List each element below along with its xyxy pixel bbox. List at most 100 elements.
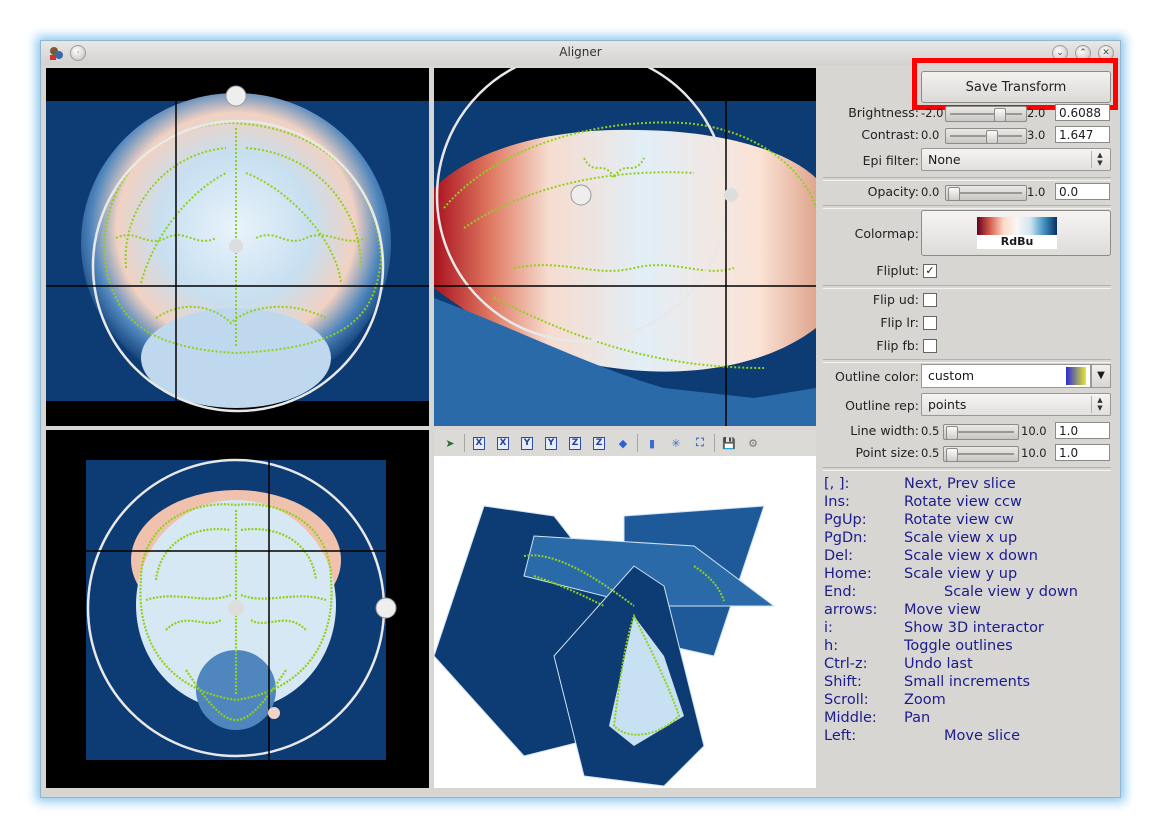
help-desc: Small increments <box>904 674 1031 690</box>
colormap-name: RdBu <box>977 235 1057 249</box>
separator <box>823 205 1111 209</box>
contrast-label: Contrast: <box>861 127 919 142</box>
help-key: [, ]: <box>824 476 850 492</box>
help-key: h: <box>824 638 839 654</box>
outline-rep-select[interactable]: points ▲ ▼ <box>921 393 1111 416</box>
help-desc: Scale view y down <box>944 584 1078 600</box>
view-z-neg-button[interactable]: Z <box>589 433 609 453</box>
coronal-view[interactable] <box>46 68 429 426</box>
aligner-window: · Aligner ⌄ ⌃ ✕ ➤ X X Y Y Z Z ◆ ▮ ✳ ⛶ 💾 … <box>40 40 1121 798</box>
sagittal-view[interactable] <box>434 68 816 426</box>
help-desc: Scale view x up <box>904 530 1018 546</box>
outline-rep-label: Outline rep: <box>845 398 919 413</box>
point-size-field[interactable]: 1.0 <box>1055 444 1110 461</box>
view3d-render <box>434 505 776 787</box>
help-row: i: Show 3D interactor <box>824 620 1116 638</box>
keyboard-help: [, ]: Next, Prev slice Ins: Rotate view cc… <box>824 476 1116 746</box>
brightness-slider[interactable] <box>945 106 1027 122</box>
view-z-pos-button[interactable]: Z <box>565 433 585 453</box>
view3d[interactable] <box>434 456 816 788</box>
point-size-min: 0.5 <box>921 446 940 460</box>
flip-lr-label: Flip lr: <box>880 315 919 330</box>
flip-ud-checkbox[interactable] <box>923 293 937 307</box>
spin-arrows-icon: ▲ ▼ <box>1091 396 1108 413</box>
brightness-field[interactable]: 0.6088 <box>1055 104 1110 121</box>
line-width-slider[interactable] <box>943 424 1019 440</box>
epi-filter-label: Epi filter: <box>862 153 919 168</box>
window-title: Aligner <box>559 45 602 59</box>
help-row: Scroll: Zoom <box>824 692 1116 710</box>
brightness-label: Brightness: <box>848 105 919 120</box>
help-key: PgDn: <box>824 530 868 546</box>
orthographic-icon[interactable]: ▮ <box>642 433 662 453</box>
outline-color-swatch <box>1066 367 1086 385</box>
view-x-neg-button[interactable]: X <box>493 433 513 453</box>
help-desc: Undo last <box>904 656 973 672</box>
contrast-handle[interactable] <box>986 130 998 144</box>
line-width-min: 0.5 <box>921 424 940 438</box>
help-key: End: <box>824 584 857 600</box>
epi-filter-select[interactable]: None ▲ ▼ <box>921 148 1111 171</box>
flip-lr-checkbox[interactable] <box>923 316 937 330</box>
contrast-max: 3.0 <box>1027 128 1046 142</box>
help-desc: Show 3D interactor <box>904 620 1044 636</box>
help-key: Left: <box>824 728 857 744</box>
save-image-icon[interactable]: 💾 <box>719 433 739 453</box>
help-desc: Rotate view ccw <box>904 494 1022 510</box>
help-key: Ctrl-z: <box>824 656 868 672</box>
toolbar-separator <box>637 434 638 452</box>
opacity-slider[interactable] <box>945 185 1027 201</box>
outline-rep-value: points <box>928 397 967 412</box>
help-desc: Move slice <box>944 728 1020 744</box>
line-width-label: Line width: <box>850 423 919 438</box>
fliplut-checkbox[interactable]: ✓ <box>923 264 937 278</box>
separator <box>823 359 1111 363</box>
help-desc: Next, Prev slice <box>904 476 1016 492</box>
axial-slice-image <box>86 458 397 760</box>
fliplut-label: Fliplut: <box>876 263 919 278</box>
opacity-field[interactable]: 0.0 <box>1055 183 1110 200</box>
brightness-max: 2.0 <box>1027 106 1046 120</box>
settings-icon[interactable]: ⚙ <box>743 433 763 453</box>
line-width-handle[interactable] <box>946 426 958 440</box>
help-row: Home: Scale view y up <box>824 566 1116 584</box>
outline-color-select[interactable]: custom <box>921 364 1091 388</box>
point-size-max: 10.0 <box>1021 446 1047 460</box>
view-y-neg-button[interactable]: Y <box>541 433 561 453</box>
flip-fb-checkbox[interactable] <box>923 339 937 353</box>
epi-filter-value: None <box>928 152 961 167</box>
flip-fb-label: Flip fb: <box>876 338 919 353</box>
axial-view[interactable] <box>46 430 429 788</box>
contrast-field[interactable]: 1.647 <box>1055 126 1110 143</box>
opacity-label: Opacity: <box>867 184 919 199</box>
isometric-view-icon[interactable]: ◆ <box>613 433 633 453</box>
point-size-handle[interactable] <box>946 448 958 462</box>
view-y-pos-button[interactable]: Y <box>517 433 537 453</box>
contrast-slider[interactable] <box>945 128 1027 144</box>
line-width-field[interactable]: 1.0 <box>1055 422 1110 439</box>
opacity-min: 0.0 <box>921 185 940 199</box>
spin-arrows-icon: ▲ ▼ <box>1091 151 1108 168</box>
opacity-handle[interactable] <box>948 187 960 201</box>
point-size-label: Point size: <box>855 445 919 460</box>
outline-color-value: custom <box>928 368 975 383</box>
outline-color-label: Outline color: <box>835 369 919 384</box>
axes-icon[interactable]: ✳ <box>666 433 686 453</box>
help-desc: Zoom <box>904 692 946 708</box>
brightness-handle[interactable] <box>994 108 1006 122</box>
separator <box>823 285 1111 289</box>
view-x-pos-button[interactable]: X <box>469 433 489 453</box>
help-row: Shift: Small increments <box>824 674 1116 692</box>
toolbar-separator <box>714 434 715 452</box>
help-row: arrows: Move view <box>824 602 1116 620</box>
fit-view-icon[interactable]: ⛶ <box>690 433 710 453</box>
coronal-slice-image <box>46 85 429 413</box>
chevron-down-icon[interactable]: ▼ <box>1091 364 1111 388</box>
pick-icon[interactable]: ➤ <box>440 433 460 453</box>
point-size-slider[interactable] <box>943 446 1019 462</box>
brightness-min: -2.0 <box>921 106 944 120</box>
colormap-button[interactable]: RdBu <box>921 210 1111 256</box>
separator <box>823 467 1111 471</box>
help-row: h: Toggle outlines <box>824 638 1116 656</box>
contrast-min: 0.0 <box>921 128 940 142</box>
